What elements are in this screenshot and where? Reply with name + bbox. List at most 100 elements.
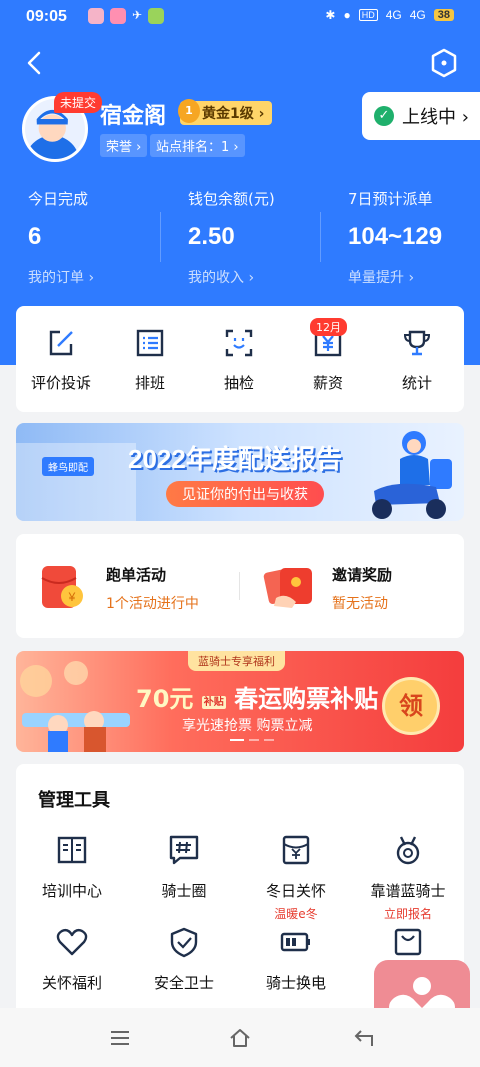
month-badge: 12月 — [310, 318, 347, 336]
plane-icon: ✈ — [132, 8, 143, 22]
quick-action-schedule[interactable]: 排班 — [105, 328, 195, 393]
level-badge[interactable]: 1 黄金1级 › — [178, 99, 273, 125]
banner-title: 2022年度配送报告 — [128, 444, 342, 474]
quick-action-label: 评价投诉 — [30, 374, 91, 392]
edit-icon — [49, 330, 73, 356]
my-income-link[interactable]: 我的收入 › — [188, 267, 275, 287]
tool-label: 培训中心 — [41, 882, 102, 900]
status-bar: 09:05 ✈ ✱ ● HD 4G 4G 38 — [0, 0, 480, 38]
battery-icon — [280, 932, 310, 952]
divider — [320, 212, 321, 262]
station-rank-tag[interactable]: 站点排名：1 › — [150, 134, 245, 157]
promo-title: 春运购票补贴 — [234, 685, 379, 713]
spring-ticket-banner[interactable]: 蓝骑士专享福利 70元 补贴 春运购票补贴 享光速抢票 购票立减 领 — [16, 651, 464, 752]
tool-label: 安全卫士 — [153, 974, 214, 992]
medal-icon — [396, 836, 420, 865]
tool-label: 冬日关怀 — [265, 882, 326, 900]
activity-title: 跑单活动 — [106, 566, 167, 584]
tool-sublabel: 温暖e冬 — [274, 907, 318, 921]
quick-action-reviews[interactable]: 评价投诉 — [16, 328, 106, 393]
quick-actions-card: 评价投诉 排班 抽检 12月 薪资 统计 — [16, 306, 464, 412]
tool-battery-swap[interactable]: 骑士换电 — [240, 926, 352, 993]
carousel-dot — [230, 739, 244, 741]
carousel-indicator — [230, 739, 274, 741]
menu-icon[interactable] — [108, 1026, 132, 1050]
invite-envelope-icon — [263, 567, 312, 608]
stat-label: 今日完成 — [28, 190, 89, 208]
settings-hexagon-icon[interactable] — [430, 48, 458, 78]
hd-icon: HD — [358, 9, 378, 21]
svg-text:¥: ¥ — [68, 590, 76, 604]
back-arrow-icon[interactable] — [22, 50, 48, 76]
tool-sublabel: 立即报名 — [383, 907, 432, 921]
envelope-yen-icon — [282, 835, 310, 865]
tool-label: 靠谱蓝骑士 — [370, 882, 446, 900]
brand-logo: 蜂鸟即配 — [42, 457, 94, 476]
stat-label: 7日预计派单 — [348, 190, 433, 208]
quick-action-spot-check[interactable]: 抽检 — [194, 328, 284, 393]
tool-care-benefits[interactable]: 关怀福利 — [16, 926, 128, 993]
medal-icon: 1 — [178, 99, 200, 123]
home-icon[interactable] — [228, 1026, 252, 1050]
tool-training-center[interactable]: 培训中心 — [16, 834, 128, 901]
my-orders-link[interactable]: 我的订单 › — [28, 267, 94, 287]
activity-title: 邀请奖励 — [332, 566, 393, 584]
network-icon: 4G — [385, 8, 402, 22]
list-icon — [136, 329, 164, 357]
battery-indicator: 38 — [433, 9, 454, 21]
stat-label: 钱包余额(元) — [188, 190, 275, 208]
shield-check-icon — [170, 927, 198, 958]
trophy-icon — [403, 330, 431, 356]
face-scan-icon — [225, 329, 253, 357]
tool-rider-circle[interactable]: 骑士圈 — [128, 834, 240, 901]
stat-today-completed: 今日完成 6 我的订单 › — [28, 188, 94, 287]
system-nav-bar — [0, 1008, 480, 1067]
activities-card: ¥ 跑单活动 1个活动进行中 邀请奖励 暂无活动 — [16, 534, 464, 638]
quick-action-statistics[interactable]: 统计 — [372, 328, 462, 393]
tool-reliable-rider[interactable]: 靠谱蓝骑士 立即报名 — [352, 834, 464, 922]
back-icon[interactable] — [352, 1026, 376, 1050]
promo-amount: 70元 — [136, 685, 194, 713]
festival-illustration — [20, 661, 130, 752]
quick-action-label: 排班 — [134, 374, 165, 392]
online-status-button[interactable]: ✓ 上线中 › — [362, 92, 480, 140]
status-time: 09:05 — [26, 8, 67, 25]
building-illustration — [16, 443, 136, 521]
quick-action-label: 薪资 — [312, 374, 343, 392]
activity-status: 1个活动进行中 — [106, 596, 199, 612]
honor-tag[interactable]: 荣誉 › — [100, 134, 148, 157]
network-icon: 4G — [409, 8, 426, 22]
annual-report-banner[interactable]: 蜂鸟即配 2022年度配送报告 见证你的付出与收获 — [16, 423, 464, 521]
promo-title-row: 70元 补贴 春运购票补贴 — [136, 679, 378, 714]
divider — [239, 572, 240, 600]
stat-value: 2.50 — [188, 223, 235, 250]
tool-winter-care[interactable]: 冬日关怀 温暖e冬 — [240, 834, 352, 922]
system-icons: ✱ ● HD 4G 4G 38 — [325, 8, 454, 22]
tool-label: 关怀福利 — [41, 974, 102, 992]
rider-name: 宿金阁 — [100, 104, 167, 129]
stat-wallet-balance: 钱包余额(元) 2.50 我的收入 › — [188, 188, 275, 287]
banner-subtitle: 见证你的付出与收获 — [166, 481, 324, 507]
red-packet-icon: ¥ — [41, 566, 83, 608]
location-icon: ● — [343, 8, 351, 22]
stat-value: 6 — [28, 223, 42, 250]
quick-action-salary[interactable]: 12月 薪资 — [283, 318, 373, 393]
order-boost-link[interactable]: 单量提升 › — [348, 267, 442, 287]
promo-chip: 补贴 — [201, 695, 226, 709]
quick-action-label: 抽检 — [223, 374, 254, 392]
check-icon: ✓ — [374, 106, 394, 126]
bag-icon — [394, 928, 422, 956]
carousel-dot — [264, 739, 274, 741]
online-status-label: 上线中 › — [402, 107, 469, 128]
heart-icon — [56, 928, 88, 956]
app-notification-icon — [148, 8, 165, 24]
tool-safety-guard[interactable]: 安全卫士 — [128, 926, 240, 993]
tool-label: 骑士换电 — [265, 974, 326, 992]
unsubmitted-badge: 未提交 — [54, 92, 103, 113]
app-notification-icon — [88, 8, 104, 24]
divider — [160, 212, 161, 262]
bluetooth-icon: ✱ — [325, 8, 336, 22]
claim-button[interactable]: 领 — [382, 677, 440, 735]
rider-scooter-illustration — [372, 431, 452, 519]
promo-subtitle: 享光速抢票 购票立减 — [182, 718, 313, 734]
